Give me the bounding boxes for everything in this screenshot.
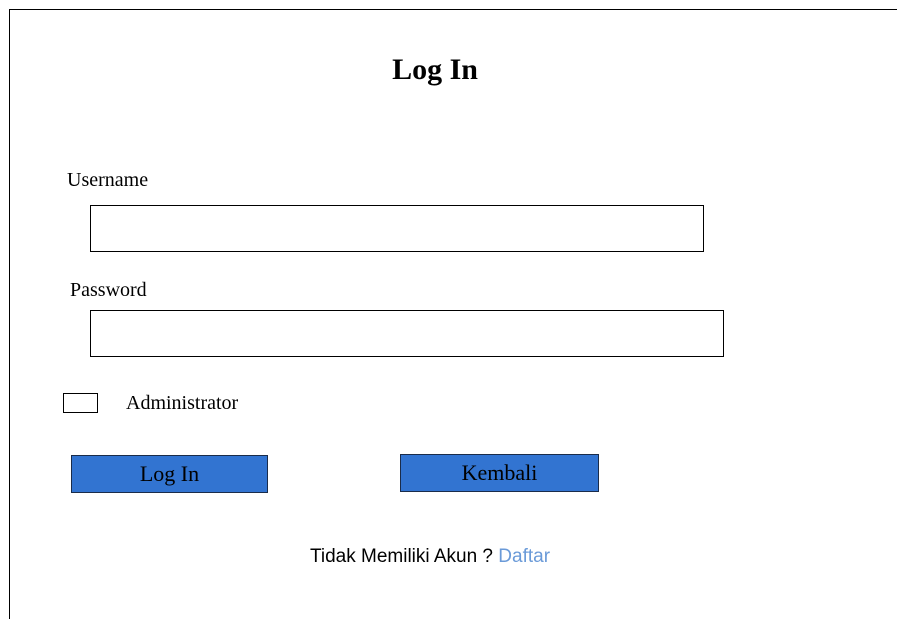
page-title: Log In bbox=[392, 53, 478, 86]
username-label: Username bbox=[67, 169, 149, 191]
password-input[interactable] bbox=[90, 310, 724, 357]
register-prompt: Tidak Memiliki Akun ? Daftar bbox=[200, 545, 660, 569]
administrator-label: Administrator bbox=[126, 392, 239, 414]
administrator-checkbox[interactable] bbox=[63, 393, 98, 413]
password-label: Password bbox=[70, 279, 147, 301]
register-prompt-text: Tidak Memiliki Akun ? bbox=[309, 546, 493, 567]
back-button[interactable]: Kembali bbox=[400, 454, 599, 492]
username-input[interactable] bbox=[90, 205, 704, 252]
login-button[interactable]: Log In bbox=[71, 455, 268, 493]
register-link[interactable]: Daftar bbox=[498, 546, 550, 567]
